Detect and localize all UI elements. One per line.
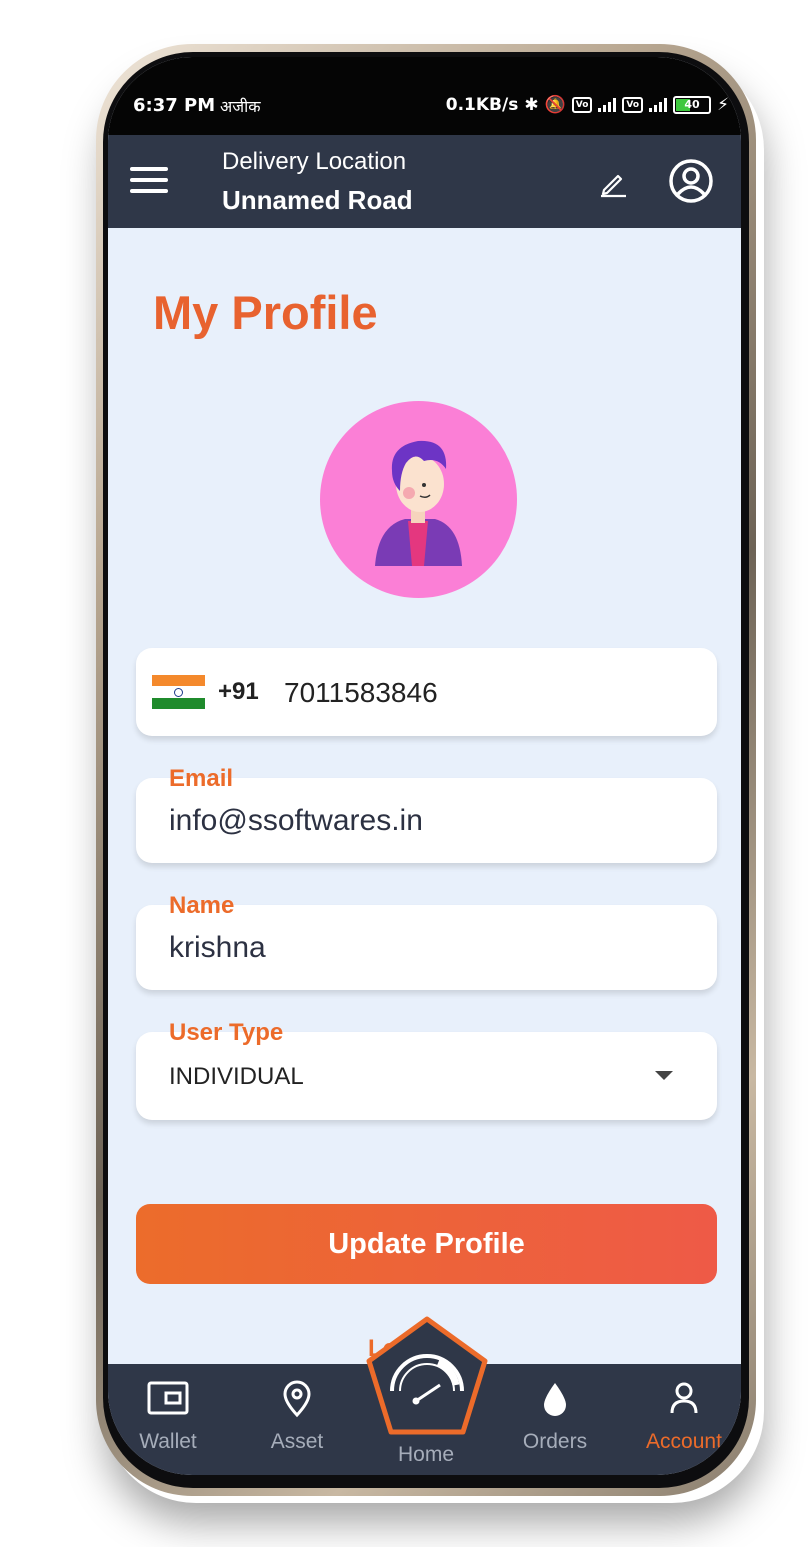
phone-number-field[interactable]: +91 7011583846 bbox=[136, 648, 717, 736]
edit-pencil-icon[interactable] bbox=[598, 168, 628, 198]
page-title: My Profile bbox=[153, 286, 378, 339]
delivery-location-label: Delivery Location bbox=[222, 148, 407, 175]
status-bar: 6:37 PM अजीक 0.1KB/s ✱ 🔕 Vo Vo 40 ⚡ bbox=[108, 57, 741, 135]
signal-4g-icon bbox=[649, 98, 668, 112]
name-label: Name bbox=[169, 892, 235, 919]
nav-label-home: Home bbox=[397, 1443, 455, 1466]
signal-icon bbox=[598, 98, 617, 112]
dial-code[interactable]: +91 bbox=[218, 678, 259, 706]
wallet-icon bbox=[147, 1381, 189, 1415]
nav-label-wallet: Wallet bbox=[139, 1430, 197, 1453]
nav-item-home[interactable] bbox=[364, 1315, 490, 1437]
fuel-drop-icon bbox=[544, 1383, 566, 1416]
user-type-value[interactable]: INDIVIDUAL bbox=[169, 1063, 304, 1091]
nav-item-asset[interactable]: Asset bbox=[237, 1364, 357, 1475]
location-pin-icon bbox=[283, 1380, 311, 1418]
nav-label-account: Account bbox=[646, 1430, 722, 1453]
network-speed: 0.1KB/s bbox=[445, 95, 519, 115]
mute-bell-icon: 🔕 bbox=[544, 95, 566, 115]
volte-icon: Vo bbox=[571, 97, 593, 113]
battery-icon: 40 bbox=[673, 96, 712, 114]
profile-circle-icon[interactable] bbox=[668, 158, 714, 204]
app-header: Delivery Location Unnamed Road bbox=[108, 135, 741, 228]
status-extra-label: अजीक bbox=[220, 97, 261, 116]
nav-item-account[interactable]: Account bbox=[624, 1364, 741, 1475]
nav-item-wallet[interactable]: Wallet bbox=[108, 1364, 228, 1475]
bluetooth-icon: ✱ bbox=[524, 95, 539, 115]
email-label: Email bbox=[169, 765, 234, 792]
phone-screen: 6:37 PM अजीक 0.1KB/s ✱ 🔕 Vo Vo 40 ⚡ Deli… bbox=[108, 57, 741, 1475]
delivery-location-value[interactable]: Unnamed Road bbox=[222, 185, 413, 216]
email-value[interactable]: info@ssoftwares.in bbox=[169, 804, 423, 838]
status-time: 6:37 PM bbox=[133, 95, 216, 116]
chevron-down-icon[interactable] bbox=[655, 1071, 673, 1080]
name-value[interactable]: krishna bbox=[169, 931, 266, 965]
hamburger-menu-icon[interactable] bbox=[130, 167, 168, 195]
india-flag-icon[interactable] bbox=[152, 675, 205, 709]
profile-avatar[interactable] bbox=[320, 401, 517, 598]
nav-label-asset: Asset bbox=[270, 1430, 324, 1453]
avatar-illustration-icon bbox=[375, 440, 462, 566]
status-indicators: 0.1KB/s ✱ 🔕 Vo Vo 40 ⚡ bbox=[446, 95, 729, 115]
user-icon bbox=[670, 1382, 698, 1414]
nav-label-orders: Orders bbox=[522, 1430, 588, 1453]
phone-number-value[interactable]: 7011583846 bbox=[284, 677, 438, 709]
update-profile-button[interactable]: Update Profile bbox=[136, 1204, 717, 1284]
nav-item-orders[interactable]: Orders bbox=[495, 1364, 615, 1475]
charging-icon: ⚡ bbox=[717, 95, 729, 115]
user-type-label: User Type bbox=[169, 1019, 284, 1046]
volte-icon-2: Vo bbox=[622, 97, 644, 113]
